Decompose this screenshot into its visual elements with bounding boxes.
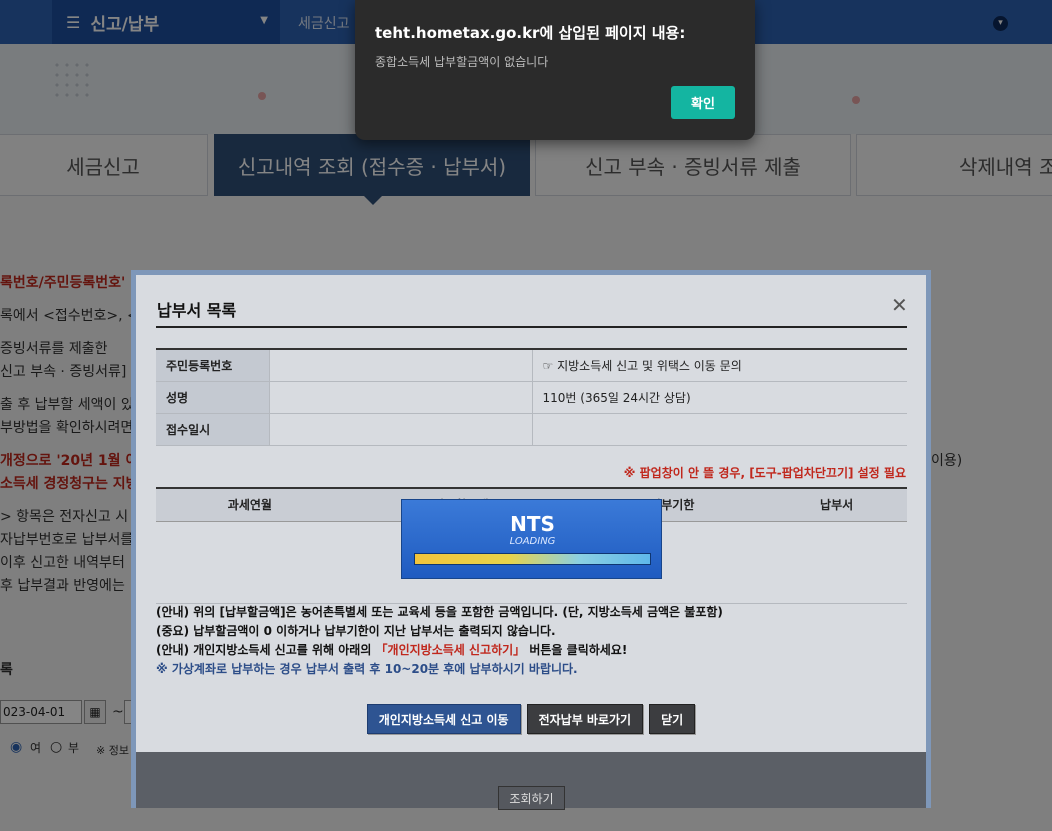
empty-cell [532,412,907,446]
notice-text: 버튼을 클릭하세요! [525,643,628,657]
payment-slip-modal: 납부서 목록 ✕ 주민등록번호 ☞ 지방소득세 신고 및 위택스 이동 문의 성… [131,270,931,808]
local-tax-inquiry-text: ☞ 지방소득세 신고 및 위택스 이동 문의 [532,348,907,382]
alert-title: teht.hometax.go.kr에 삽입된 페이지 내용: [375,24,686,42]
title-divider [156,326,907,328]
local-income-tax-button[interactable]: 개인지방소득세 신고 이동 [366,704,521,734]
table-row: 주민등록번호 ☞ 지방소득세 신고 및 위택스 이동 문의 [156,348,907,382]
value-receipt-datetime [268,412,533,446]
nts-loading-indicator: NTS LOADING [401,499,662,579]
modal-body: 납부서 목록 ✕ 주민등록번호 ☞ 지방소득세 신고 및 위택스 이동 문의 성… [136,275,926,752]
notice-block: (안내) 위의 [납부할금액]은 농어촌특별세 또는 교육세 등을 포함한 금액… [156,603,723,679]
notice-text: (안내) 개인지방소득세 신고를 위해 아래의 [156,643,376,657]
notice-line: (중요) 납부할금액이 0 이하거나 납부기한이 지난 납부서는 출력되지 않습… [156,624,556,638]
search-button[interactable]: 조회하기 [498,786,565,810]
col-tax-period: 과세연월 [156,487,344,522]
value-resident-number [268,348,533,382]
col-payment-slip: 납부서 [766,487,907,522]
close-button[interactable]: 닫기 [649,704,696,734]
loading-progress-bar [414,553,651,565]
close-icon[interactable]: ✕ [891,293,908,317]
empty-cell [766,521,907,604]
modal-button-row: 개인지방소득세 신고 이동 전자납부 바로가기 닫기 [136,704,926,734]
label-resident-number: 주민등록번호 [156,348,269,382]
notice-highlight: 「개인지방소득세 신고하기」 [375,643,526,657]
empty-cell [156,521,344,604]
alert-ok-button[interactable]: 확인 [671,86,735,119]
value-name [268,380,533,414]
table-row: 접수일시 [156,412,907,446]
loading-label: LOADING [509,536,556,547]
label-receipt-datetime: 접수일시 [156,412,269,446]
hotline-text: 110번 (365일 24시간 상담) [532,380,907,414]
table-row: 성명 110번 (365일 24시간 상담) [156,380,907,414]
taxpayer-info-table: 주민등록번호 ☞ 지방소득세 신고 및 위택스 이동 문의 성명 110번 (3… [156,348,907,446]
loading-brand: NTS [510,512,555,536]
notice-line: (안내) 위의 [납부할금액]은 농어촌특별세 또는 교육세 등을 포함한 금액… [156,605,723,619]
browser-alert-dialog: teht.hometax.go.kr에 삽입된 페이지 내용: 종합소득세 납부… [355,0,755,140]
modal-title: 납부서 목록 [157,301,237,320]
e-payment-button[interactable]: 전자납부 바로가기 [526,704,644,734]
alert-message: 종합소득세 납부할금액이 없습니다 [375,55,549,69]
notice-line: ※ 가상계좌로 납부하는 경우 납부서 출력 후 10~20분 후에 납부하시기… [156,662,578,676]
notice-line: (안내) 개인지방소득세 신고를 위해 아래의 「개인지방소득세 신고하기」 버… [156,641,723,660]
label-name: 성명 [156,380,269,414]
popup-warning-text: ※ 팝업창이 안 뜰 경우, [도구-팝업차단끄기] 설정 필요 [623,466,906,480]
